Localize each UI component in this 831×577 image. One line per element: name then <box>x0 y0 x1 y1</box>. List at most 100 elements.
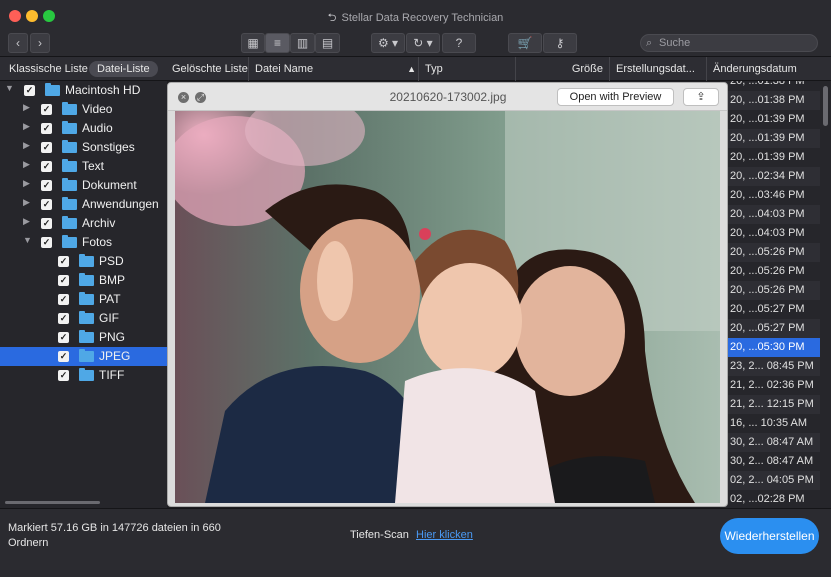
file-row[interactable]: 20, ...05:26 PM <box>720 281 820 300</box>
disclosure-closed-icon[interactable]: ▶ <box>23 159 30 170</box>
file-row[interactable]: 20, ...01:38 PM <box>720 91 820 110</box>
key-button[interactable]: ⚷ <box>543 33 577 53</box>
disclosure-closed-icon[interactable]: ▶ <box>23 102 30 113</box>
search-input[interactable]: ⌕ Suche <box>640 34 818 52</box>
forward-button[interactable]: › <box>30 33 50 53</box>
tree-item-archiv[interactable]: ▶ ✓ Archiv <box>0 214 167 233</box>
file-row[interactable]: 20, ...01:39 PM <box>720 129 820 148</box>
disclosure-closed-icon[interactable]: ▶ <box>23 197 30 208</box>
column-size[interactable]: Größe <box>515 57 609 81</box>
tab-file-list[interactable]: Datei-Liste <box>89 61 158 77</box>
file-row[interactable]: 20, ...01:38 PM <box>720 81 820 91</box>
disclosure-closed-icon[interactable]: ▶ <box>23 216 30 227</box>
checkbox[interactable]: ✓ <box>58 275 69 286</box>
open-with-preview-button[interactable]: Open with Preview <box>557 88 674 106</box>
disclosure-closed-icon[interactable]: ▶ <box>23 140 30 151</box>
disclosure-open-icon[interactable]: ▼ <box>5 83 14 93</box>
file-row[interactable]: 20, ...02:34 PM <box>720 167 820 186</box>
deep-scan-link[interactable]: Hier klicken <box>416 529 473 541</box>
modified-date-cell: 16, ... 10:35 AM <box>730 417 808 429</box>
tree-item-tiff[interactable]: ✓ TIFF <box>0 366 167 385</box>
file-list: 20, ...01:38 PM 20, ...01:38 PM 20, ...01:… <box>720 81 820 508</box>
tree-item-fotos[interactable]: ▼ ✓ Fotos <box>0 233 167 252</box>
tree-item-macintosh-hd[interactable]: ▼ ✓ Macintosh HD <box>0 81 167 100</box>
checkbox[interactable]: ✓ <box>41 218 52 229</box>
settings-button[interactable]: ⚙ ▾ <box>371 33 405 53</box>
checkbox[interactable]: ✓ <box>41 142 52 153</box>
checkbox[interactable]: ✓ <box>24 85 35 96</box>
file-row[interactable]: 30, 2... 08:47 AM <box>720 452 820 471</box>
checkbox[interactable]: ✓ <box>41 123 52 134</box>
checkbox[interactable]: ✓ <box>58 351 69 362</box>
file-row[interactable]: 20, ...05:30 PM <box>720 338 820 357</box>
file-row[interactable]: 20, ...04:03 PM <box>720 205 820 224</box>
help-icon: ? <box>455 36 463 50</box>
cart-button[interactable]: 🛒 <box>508 33 542 53</box>
tree-item-png[interactable]: ✓ PNG <box>0 328 167 347</box>
tree-item-label: Audio <box>82 121 113 135</box>
checkbox[interactable]: ✓ <box>41 180 52 191</box>
file-row[interactable]: 16, ... 10:35 AM <box>720 414 820 433</box>
disclosure-closed-icon[interactable]: ▶ <box>23 178 30 189</box>
folder-icon <box>62 235 77 248</box>
disclosure-closed-icon[interactable]: ▶ <box>23 121 30 132</box>
tree-item-pat[interactable]: ✓ PAT <box>0 290 167 309</box>
back-button[interactable]: ‹ <box>8 33 28 53</box>
tree-item-psd[interactable]: ✓ PSD <box>0 252 167 271</box>
column-file-name[interactable]: Datei Name ▲ <box>248 57 420 81</box>
tree-item-sonstiges[interactable]: ▶ ✓ Sonstiges <box>0 138 167 157</box>
column-created[interactable]: Erstellungsdat... <box>609 57 705 81</box>
checkbox[interactable]: ✓ <box>41 199 52 210</box>
scrollbar-thumb[interactable] <box>823 86 828 126</box>
history-button[interactable]: ↻ ▾ <box>406 33 440 53</box>
checkbox[interactable]: ✓ <box>58 313 69 324</box>
tree-item-gif[interactable]: ✓ GIF <box>0 309 167 328</box>
tab-deleted-list[interactable]: Gelöschte Liste <box>172 61 248 77</box>
checkbox[interactable]: ✓ <box>58 256 69 267</box>
file-row[interactable]: 20, ...04:03 PM <box>720 224 820 243</box>
tree-item-anwendungen[interactable]: ▶ ✓ Anwendungen <box>0 195 167 214</box>
help-button[interactable]: ? <box>442 33 476 53</box>
file-row[interactable]: 20, ...05:26 PM <box>720 262 820 281</box>
tab-classic-list[interactable]: Klassische Liste <box>9 61 88 77</box>
fullscreen-icon[interactable]: ⤢ <box>195 92 206 103</box>
tree-item-audio[interactable]: ▶ ✓ Audio <box>0 119 167 138</box>
sidebar-horizontal-scrollbar[interactable] <box>5 501 100 504</box>
list-view-button[interactable]: ≡ <box>265 33 290 53</box>
disclosure-open-icon[interactable]: ▼ <box>23 235 32 245</box>
cover-flow-button[interactable]: ▤ <box>315 33 340 53</box>
file-row[interactable]: 20, ...01:39 PM <box>720 148 820 167</box>
file-row[interactable]: 20, ...05:27 PM <box>720 300 820 319</box>
checkbox[interactable]: ✓ <box>58 332 69 343</box>
folder-icon <box>79 349 94 362</box>
column-modified[interactable]: Änderungsdatum <box>706 57 831 81</box>
file-row[interactable]: 21, 2... 02:36 PM <box>720 376 820 395</box>
tree-item-jpeg[interactable]: ✓ JPEG <box>0 347 167 366</box>
recover-button[interactable]: Wiederherstellen <box>720 518 819 554</box>
tree-item-video[interactable]: ▶ ✓ Video <box>0 100 167 119</box>
checkbox[interactable]: ✓ <box>41 161 52 172</box>
icon-view-button[interactable]: ▦ <box>241 33 265 53</box>
file-row[interactable]: 30, 2... 08:47 AM <box>720 433 820 452</box>
checkbox[interactable]: ✓ <box>58 294 69 305</box>
file-row[interactable]: 02, ...02:28 PM <box>720 490 820 508</box>
share-button[interactable]: ⇪ <box>683 88 719 106</box>
file-row[interactable]: 23, 2... 08:45 PM <box>720 357 820 376</box>
file-row[interactable]: 20, ...01:39 PM <box>720 110 820 129</box>
tree-item-label: PSD <box>99 254 124 268</box>
column-view-button[interactable]: ▥ <box>290 33 315 53</box>
tree-item-dokument[interactable]: ▶ ✓ Dokument <box>0 176 167 195</box>
file-list-scrollbar[interactable] <box>820 81 831 508</box>
close-icon[interactable]: × <box>178 92 189 103</box>
file-row[interactable]: 20, ...05:27 PM <box>720 319 820 338</box>
file-row[interactable]: 21, 2... 12:15 PM <box>720 395 820 414</box>
column-type[interactable]: Typ <box>418 57 514 81</box>
checkbox[interactable]: ✓ <box>41 237 52 248</box>
checkbox[interactable]: ✓ <box>41 104 52 115</box>
tree-item-text[interactable]: ▶ ✓ Text <box>0 157 167 176</box>
file-row[interactable]: 20, ...05:26 PM <box>720 243 820 262</box>
file-row[interactable]: 20, ...03:46 PM <box>720 186 820 205</box>
tree-item-bmp[interactable]: ✓ BMP <box>0 271 167 290</box>
checkbox[interactable]: ✓ <box>58 370 69 381</box>
file-row[interactable]: 02, 2... 04:05 PM <box>720 471 820 490</box>
